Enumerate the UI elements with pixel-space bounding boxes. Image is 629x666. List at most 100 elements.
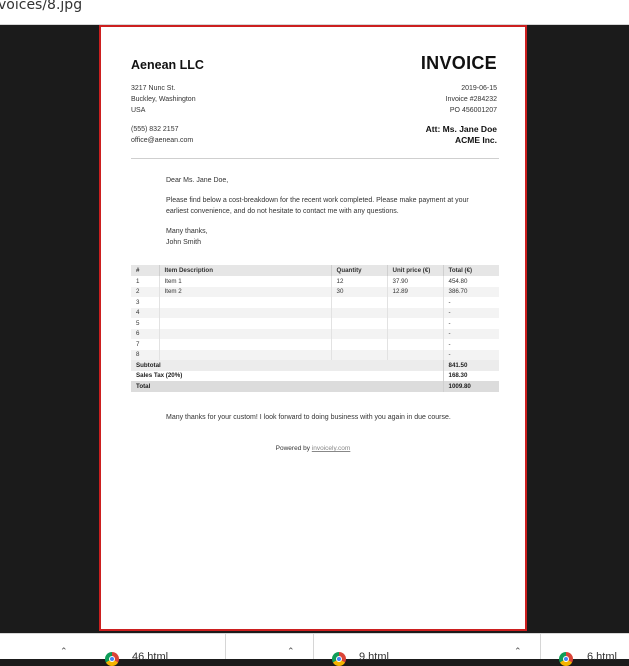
cover-letter: Dear Ms. Jane Doe, Please find below a c… (166, 175, 476, 248)
greeting: Dear Ms. Jane Doe, (166, 177, 229, 184)
chevron-up-icon[interactable]: ⌃ (514, 646, 522, 657)
attention-block: Att: Ms. Jane Doe ACME Inc. (426, 124, 497, 146)
subtotal-row: Subtotal 841.50 (131, 360, 499, 371)
cell: 8 (131, 349, 160, 360)
cell (331, 328, 388, 339)
cell: 454.80 (448, 277, 468, 285)
chevron-up-icon[interactable]: ⌃ (287, 646, 295, 657)
table-row: 7 - (131, 339, 499, 350)
po-number: PO 456001207 (449, 107, 497, 114)
tax-label: Sales Tax (20%) (131, 370, 443, 381)
address-line: 3217 Nunc St. (131, 85, 176, 92)
cell: 4 (131, 307, 160, 318)
cell (159, 349, 332, 360)
table-header-row: # Item Description Quantity Unit price (… (131, 265, 499, 276)
cell: 3 (131, 297, 160, 308)
total-value: 1009.80 (442, 381, 499, 392)
file-path: voices/8.jpg (0, 0, 83, 13)
col-header: # (131, 265, 160, 276)
tax-value: 168.30 (442, 370, 499, 381)
cell: 1 (131, 276, 160, 287)
table-row: 5 - (131, 318, 499, 329)
download-item[interactable]: 6.html (541, 634, 629, 666)
cell (159, 307, 332, 318)
cell: - (443, 307, 499, 318)
invoice-page: Aenean LLC INVOICE 3217 Nunc St. Buckley… (99, 25, 527, 631)
cell (331, 339, 388, 350)
invoice-date: 2019-06-15 (461, 85, 497, 92)
cell: 30 (331, 286, 388, 297)
divider (131, 158, 499, 159)
table-row: 4 - (131, 307, 499, 318)
powered-by-label: Powered by (275, 445, 310, 452)
cell (331, 349, 388, 360)
chrome-icon (559, 652, 573, 666)
invoice-number: Invoice #284232 (445, 96, 497, 103)
cell: 5 (131, 318, 160, 329)
chevron-up-icon[interactable]: ⌃ (60, 646, 68, 657)
cell: 37.90 (387, 276, 444, 287)
tax-row: Sales Tax (20%) 168.30 (131, 370, 499, 381)
email-address: office@aenean.com (131, 137, 194, 144)
cell: 2 (131, 286, 160, 297)
invoice-title: INVOICE (420, 53, 497, 73)
cell (159, 318, 332, 329)
cell (387, 349, 444, 360)
download-filename: 9.html (359, 651, 389, 663)
download-item[interactable]: 46.html ⌃ (88, 634, 314, 666)
closing-note: Many thanks for your custom! I look forw… (166, 414, 451, 421)
cell: 386.70 (443, 286, 499, 297)
company-contact: (555) 832 2157 office@aenean.com (131, 124, 193, 146)
powered-by: Powered by invoicely.com (101, 445, 525, 452)
col-header: Total (€) (443, 265, 499, 276)
downloads-bar: ⌃ 46.html ⌃ 9.html ⌃ 6.html (0, 633, 629, 666)
col-header: Quantity (331, 265, 388, 276)
cell: 7 (131, 339, 160, 350)
address-line: USA (131, 107, 146, 114)
table-row: 6 - (131, 328, 499, 339)
cell (387, 328, 444, 339)
table-row: 2 Item 2 30 12.89 386.70 (131, 286, 499, 297)
cell: 6 (131, 328, 160, 339)
cell (331, 297, 388, 308)
cell (159, 339, 332, 350)
signoff: Many thanks, (166, 228, 208, 235)
invoice-meta: 2019-06-15 Invoice #284232 PO 456001207 (446, 83, 497, 116)
cell (387, 307, 444, 318)
table-row: 3 - (131, 297, 499, 308)
col-header: Unit price (€) (387, 265, 444, 276)
cell: - (448, 340, 451, 348)
table-row: 1 Item 1 12 37.90 454.80 (131, 276, 499, 287)
cell (387, 318, 444, 329)
letter-body: Please find below a cost-breakdown for t… (166, 197, 469, 215)
total-row: Total 1009.80 (131, 381, 499, 392)
cell (387, 297, 444, 308)
browser-address-bar: voices/8.jpg (0, 0, 629, 25)
download-item[interactable]: 9.html ⌃ (315, 634, 541, 666)
chrome-icon (332, 652, 346, 666)
attention-company: ACME Inc. (454, 135, 497, 145)
cell: 12 (331, 276, 388, 287)
col-header: Item Description (159, 265, 332, 276)
cell (331, 318, 388, 329)
company-name: Aenean LLC (131, 58, 204, 72)
cell: Item 2 (159, 286, 332, 297)
chrome-icon (105, 652, 119, 666)
download-filename: 6.html (587, 651, 617, 663)
powered-by-link[interactable]: invoicely.com (312, 445, 351, 452)
download-filename: 46.html (132, 651, 169, 663)
address-line: Buckley, Washington (131, 96, 196, 103)
subtotal-value: 841.50 (442, 360, 499, 371)
cell (387, 339, 444, 350)
subtotal-label: Subtotal (131, 360, 443, 371)
cell (331, 307, 388, 318)
signature: John Smith (166, 239, 202, 246)
attention-name: Att: Ms. Jane Doe (425, 124, 497, 134)
cell (159, 297, 332, 308)
total-label: Total (131, 381, 443, 392)
phone-number: (555) 832 2157 (131, 126, 179, 133)
company-address: 3217 Nunc St. Buckley, Washington USA (131, 83, 196, 116)
cell (159, 328, 332, 339)
cell: - (443, 349, 499, 360)
cell: Item 1 (159, 276, 332, 287)
